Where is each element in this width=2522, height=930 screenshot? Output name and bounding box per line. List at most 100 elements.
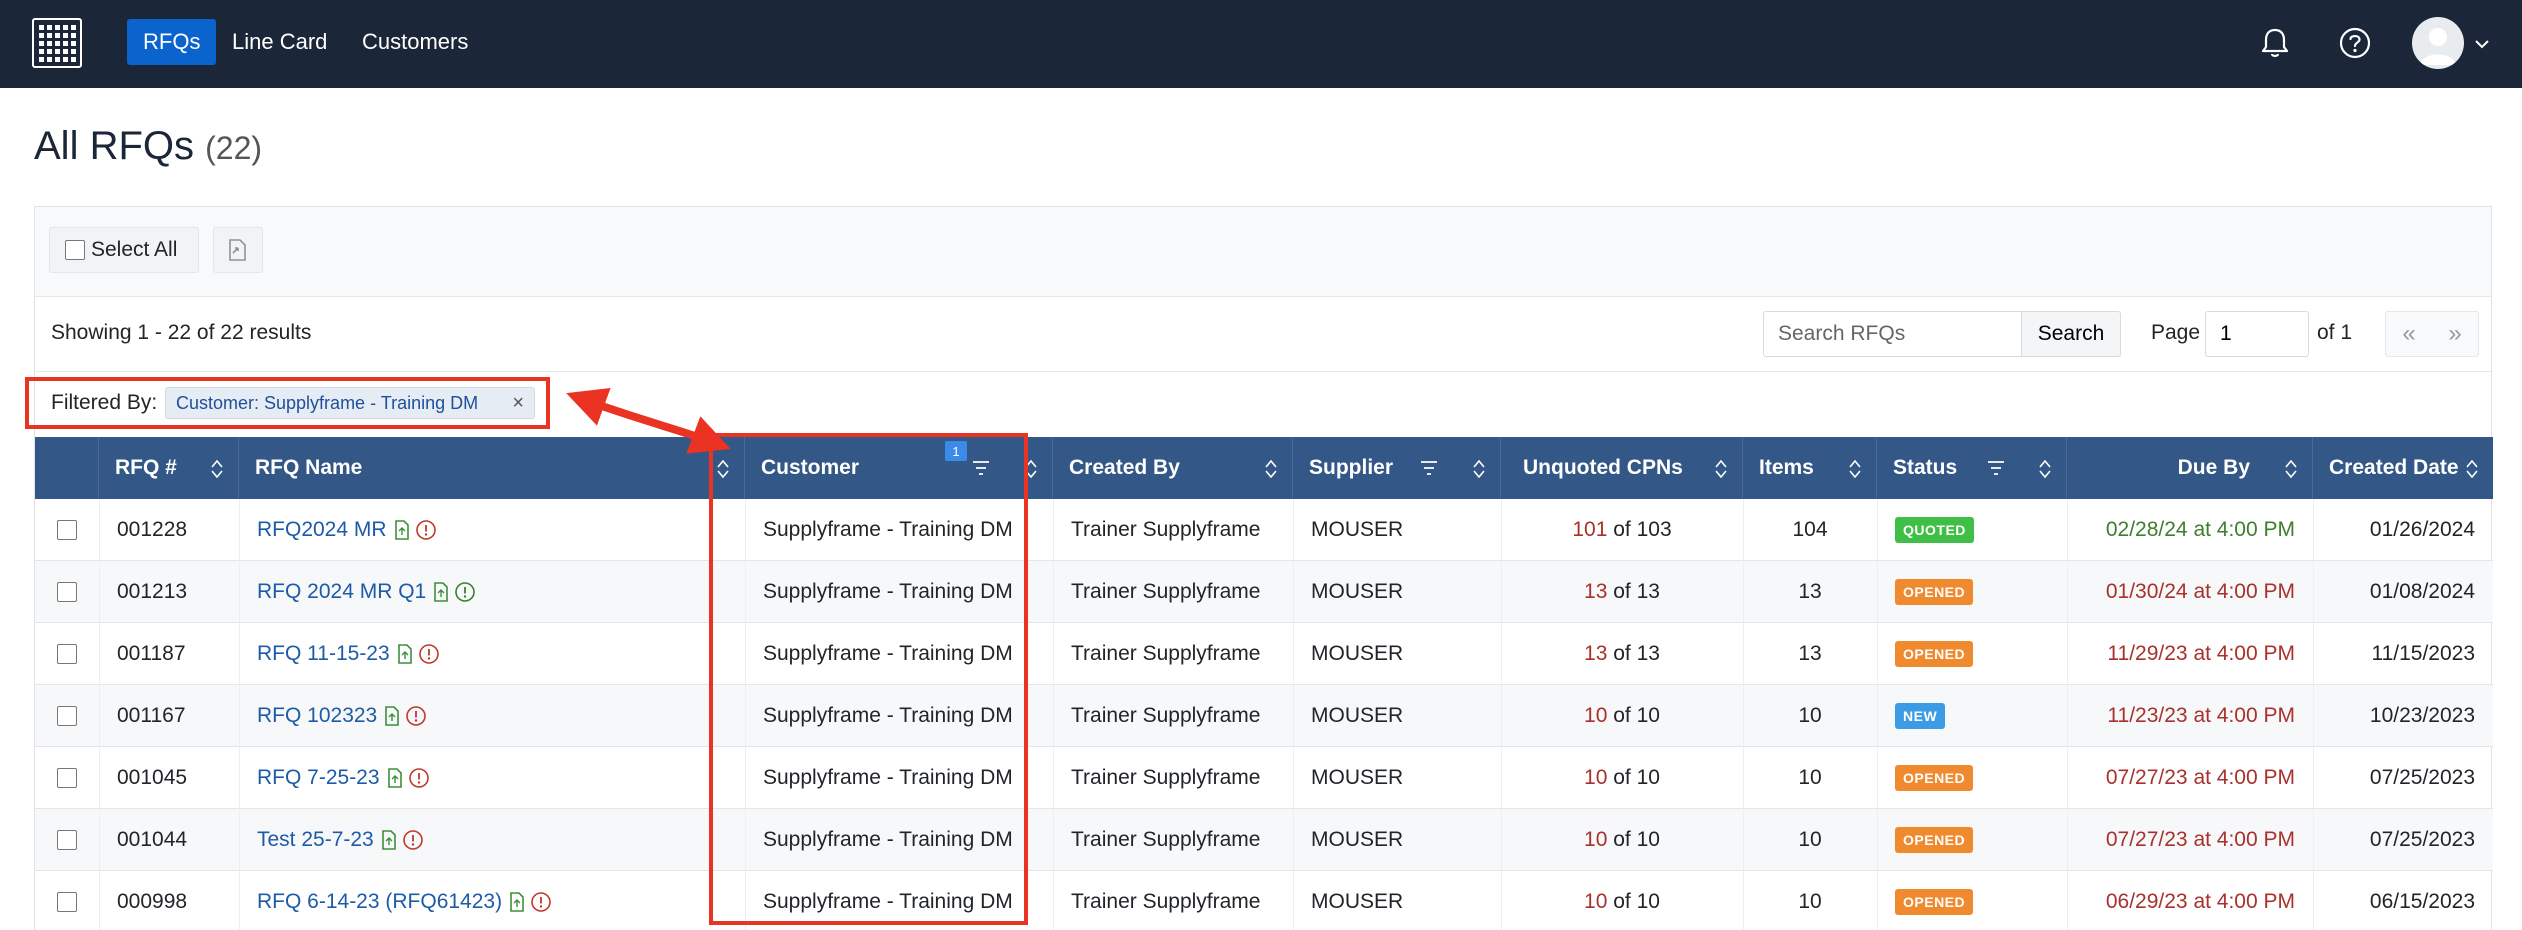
rfq-name-cell: RFQ2024 MR <box>257 499 743 561</box>
info-alert-icon[interactable] <box>405 705 427 727</box>
due-by-text: 11/23/23 at 4:00 PM <box>2107 704 2295 727</box>
select-all-checkbox[interactable] <box>65 240 85 260</box>
rfq-name-link[interactable]: RFQ 2024 MR Q1 <box>257 580 426 604</box>
column-divider <box>239 871 240 930</box>
user-avatar-icon[interactable] <box>2412 17 2464 69</box>
column-divider <box>1053 499 1054 561</box>
header-status[interactable]: Status <box>1877 437 2067 499</box>
status-badge: OPENED <box>1895 765 1974 791</box>
document-icon[interactable] <box>386 767 404 789</box>
sort-icon[interactable] <box>1714 458 1728 480</box>
header-created-by[interactable]: Created By <box>1053 437 1293 499</box>
header-rfq-name[interactable]: RFQ Name <box>239 437 745 499</box>
prev-page-button[interactable]: « <box>2386 312 2432 356</box>
document-icon[interactable] <box>396 643 414 665</box>
info-alert-icon[interactable] <box>402 829 424 851</box>
row-checkbox[interactable] <box>57 520 77 540</box>
export-button[interactable] <box>213 227 263 273</box>
nav-line-card[interactable]: Line Card <box>216 19 343 65</box>
table-row[interactable]: 001228 RFQ2024 MR Supplyframe - Training… <box>35 499 2493 561</box>
select-all-button[interactable]: Select All <box>49 227 199 273</box>
table-row[interactable]: 001044 Test 25-7-23 Supplyframe - Traini… <box>35 809 2493 871</box>
info-alert-icon[interactable] <box>530 891 552 913</box>
nav-rfqs[interactable]: RFQs <box>127 19 217 65</box>
column-divider <box>99 623 100 685</box>
sort-icon[interactable] <box>1848 458 1862 480</box>
filter-icon[interactable] <box>1987 460 2005 476</box>
due-by-cell: 11/29/23 at 4:00 PM <box>2067 623 2295 685</box>
header-created-date[interactable]: Created Date <box>2313 437 2493 499</box>
document-icon[interactable] <box>508 891 526 913</box>
items-cell: 10 <box>1798 890 1822 913</box>
status-badge: OPENED <box>1895 579 1974 605</box>
info-alert-icon[interactable] <box>408 767 430 789</box>
sort-icon[interactable] <box>2284 458 2298 480</box>
rfq-name-link[interactable]: RFQ 7-25-23 <box>257 766 380 790</box>
document-icon[interactable] <box>432 581 450 603</box>
sort-icon[interactable] <box>1472 458 1486 480</box>
document-icon[interactable] <box>383 705 401 727</box>
search-button[interactable]: Search <box>2021 311 2121 357</box>
grid-logo-icon[interactable] <box>32 18 82 68</box>
due-by-text: 11/29/23 at 4:00 PM <box>2107 642 2295 665</box>
filter-icon[interactable] <box>1420 460 1438 476</box>
column-divider <box>1293 499 1294 561</box>
chevron-down-icon[interactable] <box>2472 34 2492 54</box>
column-divider <box>1053 561 1054 623</box>
rfq-number: 001228 <box>117 518 188 541</box>
rfq-name-link[interactable]: Test 25-7-23 <box>257 828 374 852</box>
row-checkbox[interactable] <box>57 644 77 664</box>
header-due-by[interactable]: Due By <box>2067 437 2313 499</box>
column-divider <box>1293 747 1294 809</box>
table-row[interactable]: 001167 RFQ 102323 Supplyframe - Training… <box>35 685 2493 747</box>
info-alert-icon[interactable] <box>418 643 440 665</box>
column-divider <box>1877 809 1878 871</box>
status-cell: QUOTED <box>1895 499 2067 561</box>
info-alert-icon[interactable] <box>454 581 476 603</box>
sort-icon[interactable] <box>1264 458 1278 480</box>
row-checkbox[interactable] <box>57 768 77 788</box>
row-checkbox[interactable] <box>57 706 77 726</box>
created-by-cell: Trainer Supplyframe <box>1071 828 1261 851</box>
unquoted-count: 10 <box>1584 890 1608 913</box>
document-icon[interactable] <box>380 829 398 851</box>
sort-icon[interactable] <box>210 458 224 480</box>
nav-customers[interactable]: Customers <box>346 19 484 65</box>
column-divider <box>99 561 100 623</box>
supplier-cell: MOUSER <box>1311 890 1404 913</box>
table-row[interactable]: 001187 RFQ 11-15-23 Supplyframe - Traini… <box>35 623 2493 685</box>
row-checkbox[interactable] <box>57 830 77 850</box>
column-divider <box>1293 871 1294 930</box>
due-by-text: 07/27/23 at 4:00 PM <box>2105 828 2295 851</box>
rfq-name-link[interactable]: RFQ 11-15-23 <box>257 642 390 666</box>
table-row[interactable]: 001213 RFQ 2024 MR Q1 Supplyframe - Trai… <box>35 561 2493 623</box>
header-unquoted-cpns[interactable]: Unquoted CPNs <box>1501 437 1743 499</box>
table-row[interactable]: 001045 RFQ 7-25-23 Supplyframe - Trainin… <box>35 747 2493 809</box>
next-page-button[interactable]: » <box>2432 312 2478 356</box>
due-by-text: 07/27/23 at 4:00 PM <box>2105 766 2295 789</box>
table-row[interactable]: 000998 RFQ 6-14-23 (RFQ61423) Supplyfram… <box>35 871 2493 930</box>
due-by-cell: 11/23/23 at 4:00 PM <box>2067 685 2295 747</box>
header-supplier[interactable]: Supplier <box>1293 437 1501 499</box>
search-input[interactable] <box>1763 311 2021 357</box>
page-title: All RFQs (22) <box>34 124 262 169</box>
row-checkbox[interactable] <box>57 892 77 912</box>
sort-icon[interactable] <box>2038 458 2052 480</box>
document-icon[interactable] <box>393 519 411 541</box>
help-icon[interactable] <box>2334 22 2376 64</box>
rfq-name-link[interactable]: RFQ2024 MR <box>257 518 387 542</box>
header-items[interactable]: Items <box>1743 437 1877 499</box>
info-alert-icon[interactable] <box>415 519 437 541</box>
divider <box>35 371 2491 372</box>
row-checkbox[interactable] <box>57 582 77 602</box>
rfq-name-link[interactable]: RFQ 102323 <box>257 704 377 728</box>
annotation-filter-highlight <box>25 377 550 429</box>
unquoted-cpns-cell: 10 of 10 <box>1501 747 1743 809</box>
sort-icon[interactable] <box>2465 458 2479 480</box>
rfq-name-link[interactable]: RFQ 6-14-23 (RFQ61423) <box>257 890 502 914</box>
bell-icon[interactable] <box>2254 22 2296 64</box>
page-number-input[interactable] <box>2205 311 2309 357</box>
rfq-number: 001187 <box>117 642 186 665</box>
header-label: Created By <box>1069 456 1180 479</box>
header-rfq-number[interactable]: RFQ # <box>99 437 239 499</box>
